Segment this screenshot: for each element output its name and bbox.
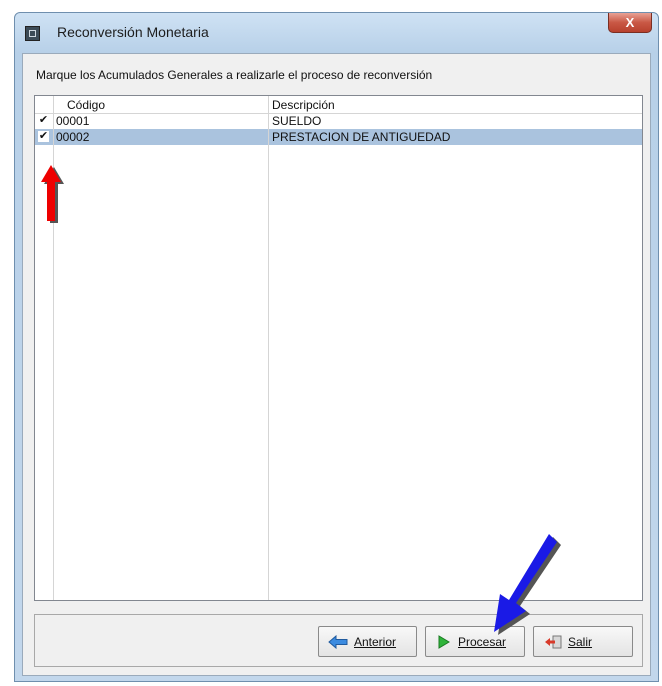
column-header-descripcion[interactable]: Descripción — [272, 98, 335, 112]
grid-header: Código Descripción — [35, 96, 642, 114]
play-icon — [438, 635, 450, 649]
table-row[interactable]: ✔ 00002 PRESTACION DE ANTIGUEDAD — [35, 129, 642, 145]
blue-annotation-arrow — [494, 534, 561, 635]
close-button[interactable]: X — [608, 13, 652, 33]
arrow-left-icon — [328, 635, 348, 649]
red-annotation-arrow — [41, 165, 64, 223]
instruction-text: Marque los Acumulados Generales a realiz… — [36, 68, 433, 82]
title-bar[interactable]: Reconversión Monetaria X — [15, 13, 658, 53]
row-checkbox[interactable]: ✔ — [38, 115, 49, 126]
table-row[interactable]: ✔ 00001 SUELDO — [35, 113, 642, 129]
cell-codigo: 00001 — [56, 114, 90, 128]
salir-label: Salir — [568, 635, 593, 649]
column-header-codigo[interactable]: Código — [67, 98, 105, 112]
cell-descripcion: SUELDO — [272, 114, 322, 128]
column-divider — [268, 96, 269, 600]
window-title: Reconversión Monetaria — [57, 24, 209, 40]
accumulated-grid[interactable]: Código Descripción ✔ 00001 SUELDO ✔ 0000… — [34, 95, 643, 601]
cell-codigo: 00002 — [56, 130, 90, 144]
app-icon — [25, 26, 40, 41]
cell-descripcion: PRESTACION DE ANTIGUEDAD — [272, 130, 451, 144]
anterior-label: Anterior — [354, 635, 397, 649]
anterior-button[interactable]: Anterior — [318, 626, 417, 657]
row-checkbox[interactable]: ✔ — [38, 131, 49, 142]
